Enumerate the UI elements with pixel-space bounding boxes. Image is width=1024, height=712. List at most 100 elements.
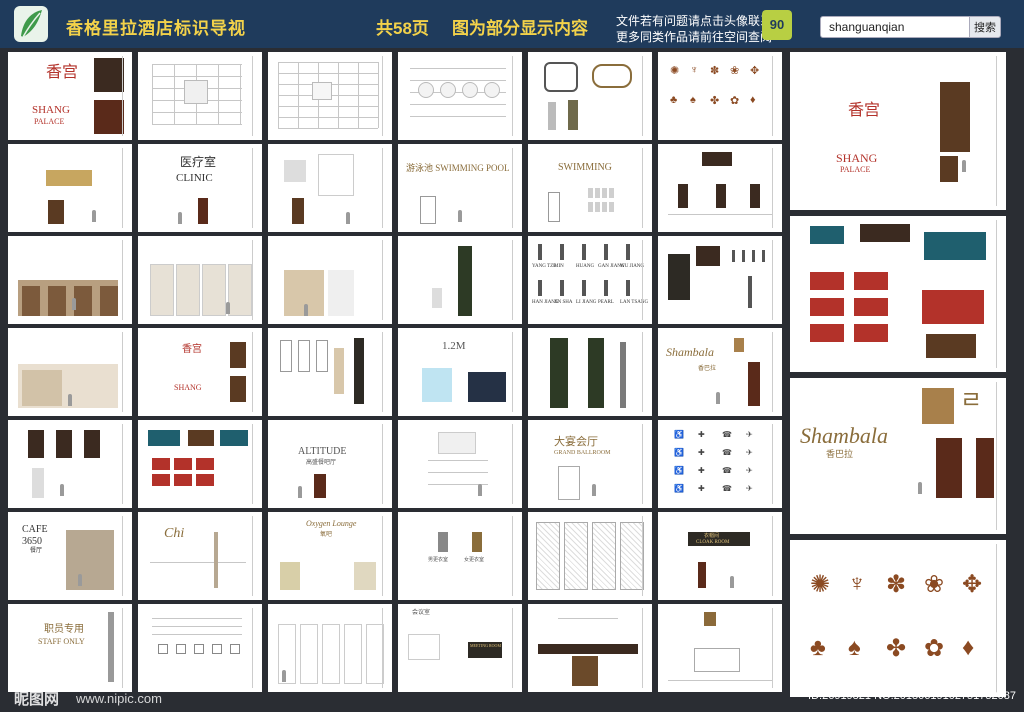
drawing-thumbnail[interactable]: ✺ ♆ ✽ ❀ ✥ ♣ ♠ ✤ ✿ ♦ <box>658 52 782 140</box>
drawing-thumbnail[interactable] <box>398 420 522 508</box>
tile <box>152 458 170 470</box>
drawing-thumbnail[interactable] <box>528 604 652 692</box>
post <box>582 244 586 260</box>
drawing-thumbnail[interactable] <box>138 420 262 508</box>
search-button[interactable]: 搜索 <box>969 16 1001 38</box>
drawing-thumbnail[interactable] <box>658 236 782 324</box>
symbol-icon: ✚ <box>698 484 705 493</box>
tile <box>810 324 844 342</box>
mark <box>922 388 954 424</box>
post <box>742 250 745 262</box>
person-figure <box>962 160 966 172</box>
drawing-thumbnail[interactable] <box>268 52 392 140</box>
drawing-thumbnail[interactable]: 大宴会厅 GRAND BALLROOM <box>528 420 652 508</box>
plate <box>230 644 240 654</box>
drawing-line <box>668 214 772 215</box>
symbol-icon: ♿ <box>674 484 684 493</box>
drawing-thumbnail[interactable] <box>138 52 262 140</box>
drawing-thumbnail[interactable]: 香宫 SHANG PALACE <box>8 52 132 140</box>
drawing-thumbnail[interactable]: 医疗室 CLINIC <box>138 144 262 232</box>
preview-thumbnail[interactable] <box>790 216 1006 372</box>
preview-thumbnail[interactable]: ✺ ♆ ✽ ❀ ✥ ♣ ♠ ✤ ✿ ♦ <box>790 540 1006 697</box>
ornament-icon: ✽ <box>886 571 907 598</box>
door <box>56 430 72 458</box>
drawing-thumbnail[interactable] <box>268 604 392 692</box>
plate <box>212 644 222 654</box>
person-figure <box>298 486 302 498</box>
pictogram <box>472 532 482 552</box>
drawing-thumbnail[interactable] <box>528 512 652 600</box>
symbol-icon: ♿ <box>674 466 684 475</box>
drawing-thumbnail[interactable]: Shambala 香巴拉 <box>658 328 782 416</box>
sign-text: 香宫 <box>848 102 881 119</box>
post <box>108 612 114 682</box>
sign-board <box>188 430 214 446</box>
door <box>28 430 44 458</box>
drawing-thumbnail[interactable]: YANG TZE HAN JIANG MIN JIN SHA HUANG LI JIANG… <box>528 236 652 324</box>
drawing-thumbnail[interactable] <box>268 236 392 324</box>
drawing-thumbnail[interactable] <box>398 52 522 140</box>
drawing-thumbnail[interactable]: Oxygen Lounge 氧吧 <box>268 512 392 600</box>
drawing-thumbnail[interactable]: SWIMMING <box>528 144 652 232</box>
person-figure <box>282 670 286 682</box>
tile <box>174 474 192 486</box>
sign-text: 香宫 <box>46 64 79 81</box>
tile <box>810 272 844 290</box>
drawing-line <box>358 62 359 128</box>
preview-thumbnail[interactable]: 香宫 SHANG PALACE <box>790 52 1006 210</box>
sign-text: 3650 <box>22 536 42 547</box>
author-avatar[interactable]: 90 <box>762 10 792 40</box>
drawing-thumbnail[interactable]: 1.2M <box>398 328 522 416</box>
search-input[interactable] <box>820 16 970 38</box>
leaf-logo-icon[interactable] <box>14 6 48 42</box>
pool <box>422 368 452 402</box>
drawing-thumbnail[interactable] <box>8 236 132 324</box>
drawing-thumbnail[interactable] <box>268 328 392 416</box>
photo <box>468 372 506 402</box>
drawing-thumbnail[interactable] <box>528 328 652 416</box>
drawing-thumbnail[interactable]: ALTITUDE 高盛餐吧厅 <box>268 420 392 508</box>
drawing-thumbnail[interactable] <box>658 144 782 232</box>
drawing-thumbnail[interactable]: 男更衣室 女更衣室 <box>398 512 522 600</box>
drawing-thumbnail[interactable]: Chi <box>138 512 262 600</box>
drawing-thumbnail[interactable]: 衣帽间 CLOAK ROOM <box>658 512 782 600</box>
drawing-thumbnail[interactable] <box>138 236 262 324</box>
drawing-thumbnail[interactable]: 会议室 MEETING ROOM <box>398 604 522 692</box>
drawing-thumbnail[interactable]: 香宫 SHANG <box>138 328 262 416</box>
drawing-thumbnail[interactable] <box>268 144 392 232</box>
drawing-thumbnail[interactable] <box>398 236 522 324</box>
drawing-thumbnail[interactable]: ♿ ✚ ☎ ✈ ♿ ✚ ☎ ✈ ♿ ✚ ☎ ✈ ♿ ✚ ☎ ✈ <box>658 420 782 508</box>
drawing-line <box>152 76 242 77</box>
preview-thumbnail[interactable]: Shambala 香巴拉 ㄹ <box>790 378 1006 534</box>
person-figure <box>918 482 922 494</box>
drawing-thumbnail[interactable]: CAFE 3650 餐厅 <box>8 512 132 600</box>
person-figure <box>226 302 230 314</box>
post <box>214 532 218 588</box>
totem <box>668 254 690 300</box>
ornament-icon: ♣ <box>670 94 678 106</box>
sign-text: CAFE <box>22 524 48 535</box>
drawing-thumbnail[interactable] <box>8 420 132 508</box>
drawing-thumbnail[interactable] <box>8 328 132 416</box>
person-figure <box>592 484 596 496</box>
panel <box>976 438 994 498</box>
sign-text: SHANG <box>174 383 202 392</box>
sign-text: Oxygen Lounge <box>306 519 357 528</box>
sign-text: STAFF ONLY <box>38 637 85 646</box>
symbol-icon: ✈ <box>746 448 753 457</box>
ornament-icon: ✥ <box>962 571 983 598</box>
frame <box>544 62 578 92</box>
person-figure <box>68 394 72 406</box>
locker <box>609 202 614 212</box>
symbol-icon: ☎ <box>722 448 732 457</box>
drawing-thumbnail[interactable]: leaf-logo-icon <box>8 144 132 232</box>
drawing-thumbnail[interactable]: 游泳池 SWIMMING POOL <box>398 144 522 232</box>
drawing-thumbnail[interactable] <box>658 604 782 692</box>
drawing-thumbnail[interactable] <box>138 604 262 692</box>
glass <box>558 466 580 500</box>
doc <box>318 154 354 196</box>
ornament-icon: ✺ <box>810 571 831 598</box>
drawing-thumbnail[interactable] <box>528 52 652 140</box>
panel <box>202 264 226 316</box>
drawing-thumbnail[interactable]: 职员专用 STAFF ONLY <box>8 604 132 692</box>
